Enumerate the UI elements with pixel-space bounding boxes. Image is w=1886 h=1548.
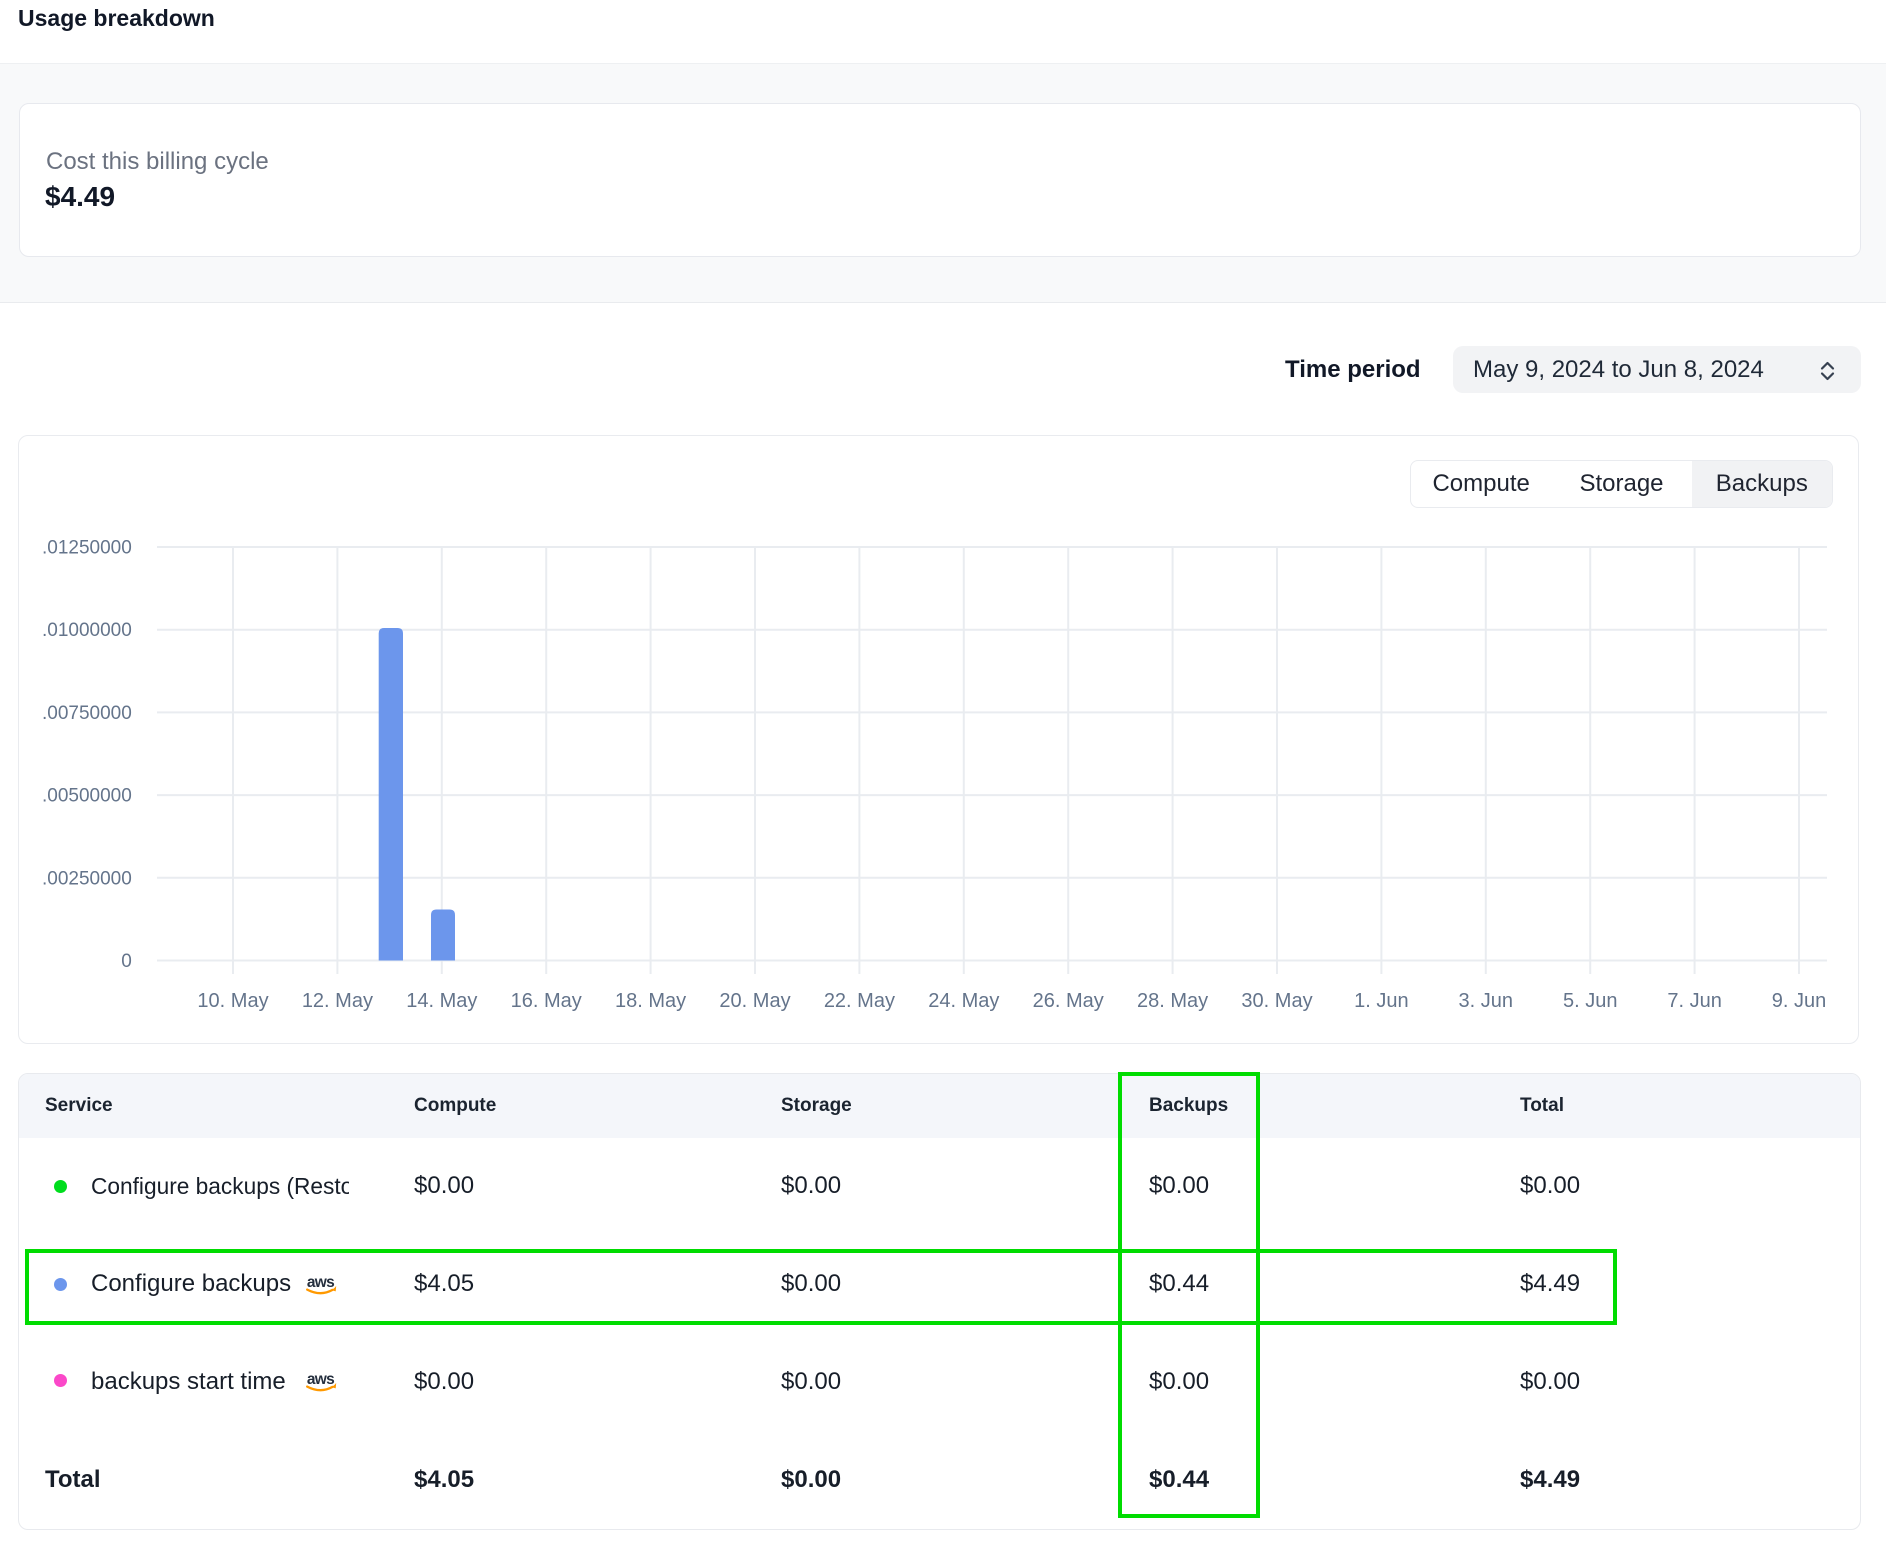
svg-text:16. May: 16. May [511, 990, 582, 1012]
svg-text:12. May: 12. May [302, 990, 373, 1012]
svg-text:.01000000: .01000000 [42, 620, 132, 641]
svg-text:5. Jun: 5. Jun [1563, 990, 1617, 1012]
svg-text:.00250000: .00250000 [42, 868, 132, 889]
svg-text:9. Jun: 9. Jun [1772, 990, 1826, 1012]
svg-text:24. May: 24. May [928, 990, 999, 1012]
svg-text:.00750000: .00750000 [42, 703, 132, 724]
svg-text:.01250000: .01250000 [42, 538, 132, 559]
svg-text:26. May: 26. May [1033, 990, 1104, 1012]
svg-text:1. Jun: 1. Jun [1354, 990, 1408, 1012]
svg-text:10. May: 10. May [197, 990, 268, 1012]
svg-text:0: 0 [121, 951, 132, 972]
svg-text:30. May: 30. May [1241, 990, 1312, 1012]
svg-text:.00500000: .00500000 [42, 786, 132, 807]
svg-text:3. Jun: 3. Jun [1459, 990, 1513, 1012]
svg-text:22. May: 22. May [824, 990, 895, 1012]
svg-text:18. May: 18. May [615, 990, 686, 1012]
svg-text:aws: aws [307, 1372, 334, 1388]
svg-text:28. May: 28. May [1137, 990, 1208, 1012]
svg-text:7. Jun: 7. Jun [1667, 990, 1721, 1012]
svg-text:14. May: 14. May [406, 990, 477, 1012]
svg-text:20. May: 20. May [719, 990, 790, 1012]
